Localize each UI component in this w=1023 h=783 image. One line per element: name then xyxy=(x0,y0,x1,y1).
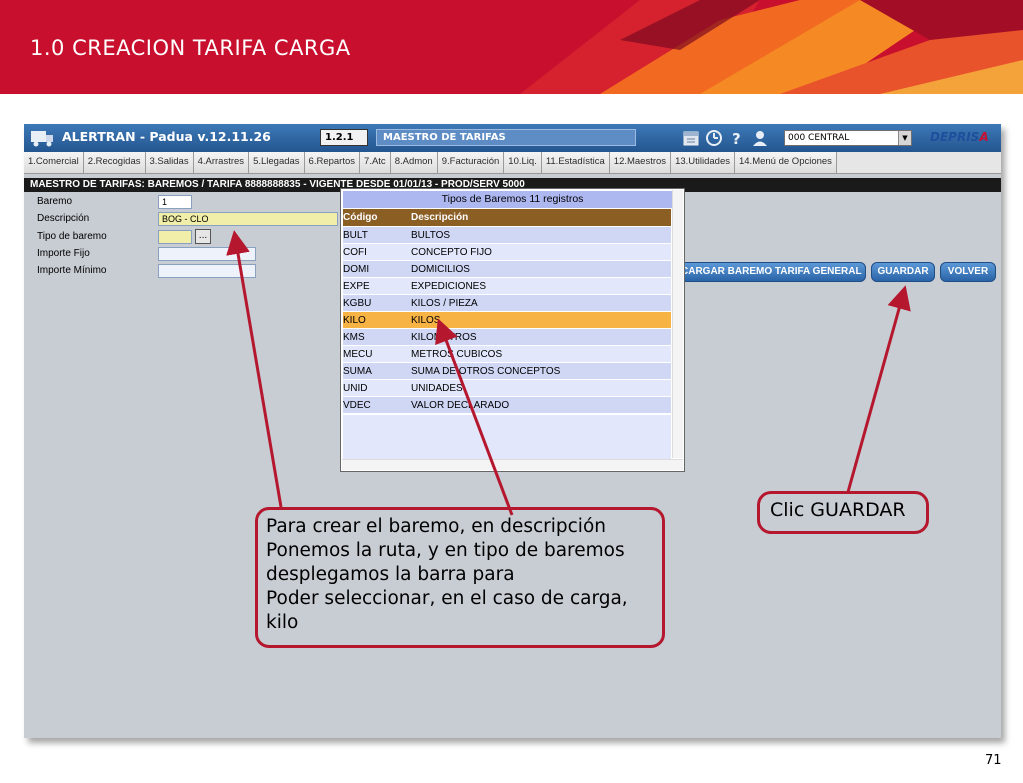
list-item[interactable]: SUMA SUMA DE OTROS CONCEPTOS xyxy=(343,363,671,380)
instruction-line: kilo xyxy=(266,612,299,633)
popup-header-row: Código Descripción xyxy=(343,209,671,226)
importe-minimo-label: Importe Mínimo xyxy=(37,265,107,276)
row-description: KILOMETROS xyxy=(411,332,477,343)
row-description: BULTOS xyxy=(411,230,451,241)
row-description: UNIDADES xyxy=(411,383,463,394)
row-description: KILOS xyxy=(411,315,441,326)
menu-item[interactable]: 1.Comercial xyxy=(24,152,84,173)
list-item[interactable]: KMS KILOMETROS xyxy=(343,329,671,346)
clock-icon[interactable] xyxy=(705,129,723,147)
row-description: CONCEPTO FIJO xyxy=(411,247,492,258)
row-description: SUMA DE OTROS CONCEPTOS xyxy=(411,366,561,377)
row-code: EXPE xyxy=(343,281,370,292)
menu-item[interactable]: 4.Arrastres xyxy=(193,152,250,173)
baremo-label: Baremo xyxy=(37,196,73,207)
instruction-callout: Para crear el baremo, en descripción Pone… xyxy=(255,507,665,648)
baremo-field[interactable]: 1 xyxy=(158,195,192,209)
row-description: METROS CUBICOS xyxy=(411,349,503,360)
screen-code-field[interactable]: 1.2.1 xyxy=(320,129,368,146)
tipo-baremo-label: Tipo de baremo xyxy=(37,231,107,242)
importe-fijo-field[interactable] xyxy=(158,247,256,261)
list-item[interactable]: DOMI DOMICILIOS xyxy=(343,261,671,278)
main-menu: 1.Comercial 2.Recogidas 3.Salidas 4.Arrastr… xyxy=(24,152,1001,174)
menu-item[interactable]: 2.Recogidas xyxy=(83,152,146,173)
calendar-icon[interactable] xyxy=(682,129,700,147)
instruction-line: desplegamos la barra para xyxy=(266,564,515,585)
vertical-scrollbar[interactable] xyxy=(672,190,683,458)
list-item[interactable]: UNID UNIDADES xyxy=(343,380,671,397)
menu-item[interactable]: 10.Liq. xyxy=(504,152,542,173)
page-number: 71 xyxy=(985,753,1002,768)
menu-item[interactable]: 6.Repartos xyxy=(304,152,361,173)
menu-item[interactable]: 3.Salidas xyxy=(145,152,194,173)
menu-item[interactable]: 12.Maestros xyxy=(609,152,672,173)
row-code: SUMA xyxy=(343,366,372,377)
truck-icon xyxy=(31,131,53,147)
list-item[interactable]: MECU METROS CUBICOS xyxy=(343,346,671,363)
chevron-down-icon[interactable]: ▼ xyxy=(898,131,911,145)
menu-item[interactable]: 11.Estadística xyxy=(541,152,610,173)
menu-item[interactable]: 8.Admon xyxy=(390,152,438,173)
row-code: MECU xyxy=(343,349,373,360)
user-icon[interactable] xyxy=(751,129,769,147)
app-titlebar: ALERTRAN - Padua v.12.11.26 1.2.1 MAESTR… xyxy=(24,124,1001,152)
guardar-callout: Clic GUARDAR xyxy=(757,491,929,534)
importe-fijo-label: Importe Fijo xyxy=(37,248,90,259)
guardar-button[interactable]: GUARDAR xyxy=(871,262,935,282)
row-description: EXPEDICIONES xyxy=(411,281,487,292)
row-code: UNID xyxy=(343,383,368,394)
row-description: KILOS / PIEZA xyxy=(411,298,478,309)
branch-select-value: 000 CENTRAL xyxy=(788,133,850,143)
row-description: DOMICILIOS xyxy=(411,264,470,275)
cargar-baremo-button[interactable]: CARGAR BAREMO TARIFA GENERAL xyxy=(678,262,866,282)
row-code: BULT xyxy=(343,230,368,241)
header-banner: 1.0 CREACION TARIFA CARGA xyxy=(0,0,1023,94)
row-code: KMS xyxy=(343,332,365,343)
slide-title: 1.0 CREACION TARIFA CARGA xyxy=(30,36,351,60)
horizontal-scrollbar[interactable] xyxy=(342,459,683,470)
popup-list-empty-area xyxy=(343,415,671,459)
menu-item[interactable]: 9.Facturación xyxy=(437,152,505,173)
descripcion-label: Descripción xyxy=(37,213,90,224)
popup-list: BULT BULTOS COFI CONCEPTO FIJO DOMI DOMICILIO… xyxy=(343,227,671,414)
descripcion-field[interactable]: BOG - CLO xyxy=(158,212,338,226)
brand-logo: DEPRISA xyxy=(930,130,989,144)
app-title: ALERTRAN - Padua v.12.11.26 xyxy=(62,129,271,144)
svg-text:?: ? xyxy=(732,130,741,147)
row-code: COFI xyxy=(343,247,367,258)
menu-item[interactable]: 7.Atc xyxy=(360,152,391,173)
list-item[interactable]: KILO KILOS xyxy=(343,312,671,329)
menu-item[interactable]: 13.Utilidades xyxy=(671,152,735,173)
column-header-descripcion[interactable]: Descripción xyxy=(411,209,468,226)
row-code: DOMI xyxy=(343,264,370,275)
row-code: KILO xyxy=(343,315,366,326)
help-icon[interactable]: ? xyxy=(728,129,746,147)
tipo-baremo-field[interactable] xyxy=(158,230,192,244)
row-code: VDEC xyxy=(343,400,371,411)
list-item[interactable]: BULT BULTOS xyxy=(343,227,671,244)
row-code: KGBU xyxy=(343,298,372,309)
tipo-baremo-lookup-button[interactable]: ... xyxy=(195,229,211,244)
list-item[interactable]: VDEC VALOR DECLARADO xyxy=(343,397,671,414)
column-header-codigo[interactable]: Código xyxy=(343,209,411,226)
slide: 1.0 CREACION TARIFA CARGA ALERTRAN - Pad… xyxy=(0,0,1023,783)
tipos-baremo-popup: Tipos de Baremos 11 registros Código Des… xyxy=(340,188,685,472)
screen-name: MAESTRO DE TARIFAS xyxy=(376,129,636,146)
list-item[interactable]: KGBU KILOS / PIEZA xyxy=(343,295,671,312)
instruction-line: Para crear el baremo, en descripción xyxy=(266,516,606,537)
row-description: VALOR DECLARADO xyxy=(411,400,510,411)
menu-item[interactable]: 5.Llegadas xyxy=(249,152,305,173)
importe-minimo-field[interactable] xyxy=(158,264,256,278)
volver-button[interactable]: VOLVER xyxy=(940,262,996,282)
instruction-line: Ponemos la ruta, y en tipo de baremos xyxy=(266,540,625,561)
menu-item[interactable]: 14.Menú de Opciones xyxy=(734,152,837,173)
instruction-line: Poder seleccionar, en el caso de carga, xyxy=(266,588,628,609)
list-item[interactable]: COFI CONCEPTO FIJO xyxy=(343,244,671,261)
branch-select[interactable]: 000 CENTRAL ▼ xyxy=(784,130,912,146)
popup-title: Tipos de Baremos 11 registros xyxy=(343,191,682,208)
list-item[interactable]: EXPE EXPEDICIONES xyxy=(343,278,671,295)
